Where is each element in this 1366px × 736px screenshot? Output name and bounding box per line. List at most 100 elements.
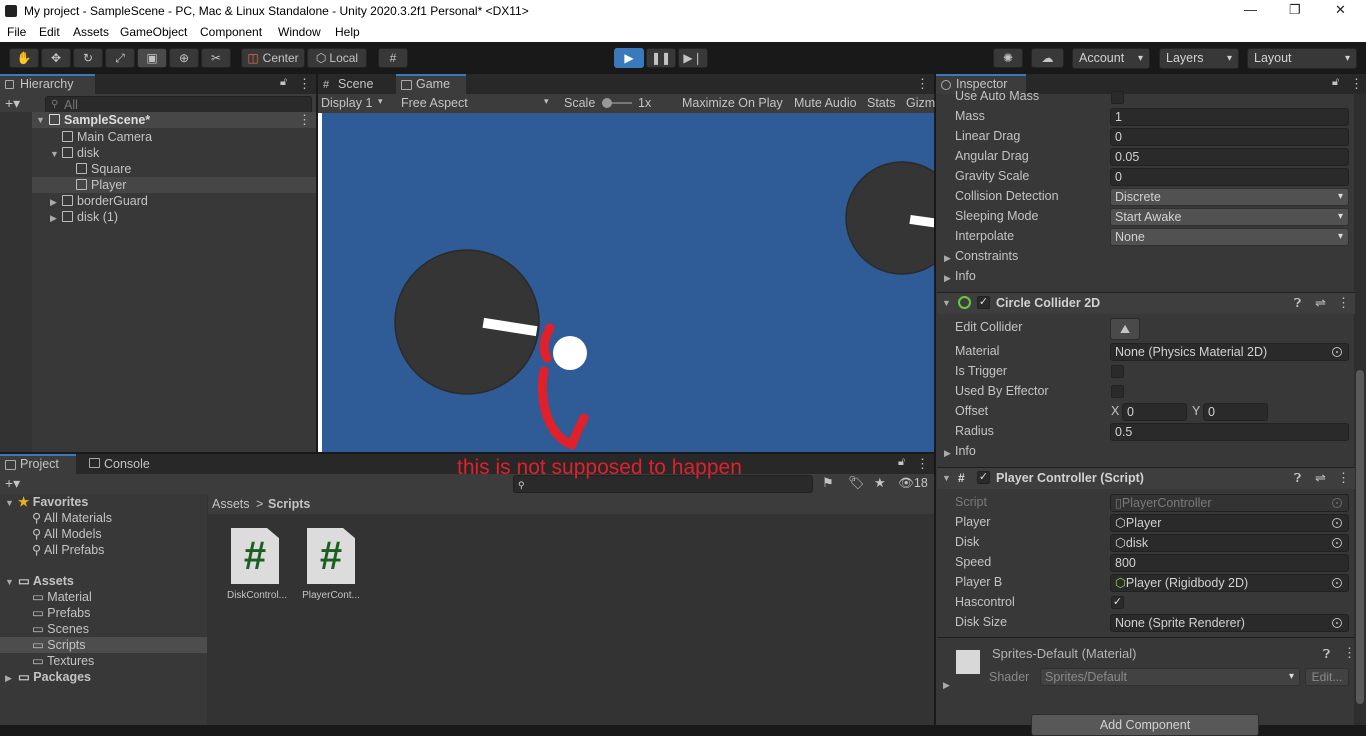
star-icon[interactable]: ★ bbox=[874, 475, 886, 491]
object-picker-icon[interactable] bbox=[1332, 578, 1342, 588]
scrollbar-track[interactable] bbox=[1354, 94, 1366, 725]
collapse-arrow-icon[interactable]: ▶ bbox=[944, 448, 951, 459]
disk-size-object-field[interactable]: None (Sprite Renderer) bbox=[1110, 614, 1349, 632]
constraints-foldout[interactable]: Constraints bbox=[955, 249, 1018, 263]
component-menu-icon[interactable]: ⋮ bbox=[1337, 470, 1350, 486]
mute-audio-toggle[interactable]: Mute Audio bbox=[794, 96, 857, 110]
breadcrumb-scripts[interactable]: Scripts bbox=[268, 497, 310, 511]
menu-help[interactable]: Help bbox=[335, 25, 360, 39]
collapse-arrow-icon[interactable]: ▶ bbox=[5, 673, 12, 684]
transform-tool-icon[interactable]: ⊕ bbox=[169, 48, 199, 68]
step-button[interactable]: ▶❘ bbox=[678, 48, 708, 68]
stats-toggle[interactable]: Stats bbox=[867, 96, 896, 110]
used-by-effector-checkbox[interactable] bbox=[1111, 385, 1124, 398]
add-icon[interactable]: +▾ bbox=[5, 475, 20, 492]
tab-scene[interactable]: # Scene bbox=[318, 74, 394, 94]
game-viewport[interactable] bbox=[322, 113, 934, 452]
expand-arrow-icon[interactable]: ▼ bbox=[942, 298, 951, 308]
move-tool-icon[interactable]: ✥ bbox=[41, 48, 71, 68]
shader-dropdown[interactable]: Sprites/Default bbox=[1040, 668, 1300, 686]
list-item-disk[interactable]: disk bbox=[62, 145, 99, 161]
info-foldout[interactable]: Info bbox=[955, 444, 976, 458]
material-menu-icon[interactable]: ⋮ bbox=[1343, 645, 1356, 661]
rotate-tool-icon[interactable]: ↻ bbox=[73, 48, 103, 68]
menu-assets[interactable]: Assets bbox=[73, 25, 109, 39]
grid-snap-icon[interactable]: # bbox=[378, 48, 408, 68]
list-item-disk-1[interactable]: disk (1) bbox=[62, 209, 118, 225]
collapse-arrow-icon[interactable]: ▶ bbox=[50, 213, 57, 224]
asset-tile[interactable]: # PlayerCont... bbox=[298, 528, 362, 608]
scale-tool-icon[interactable]: ⤢ bbox=[105, 48, 135, 68]
list-item-player[interactable]: Player bbox=[76, 177, 126, 193]
cloud-icon[interactable]: ☁ bbox=[1031, 48, 1064, 68]
scene-row[interactable]: ▼ SampleScene* ⋮ bbox=[0, 112, 316, 128]
pause-button[interactable]: ❚❚ bbox=[646, 48, 676, 68]
expand-arrow-icon[interactable]: ▼ bbox=[36, 115, 45, 125]
collapse-arrow-icon[interactable]: ▶ bbox=[943, 680, 950, 691]
shader-edit-button[interactable]: Edit... bbox=[1305, 668, 1349, 686]
info-foldout[interactable]: Info bbox=[955, 269, 976, 283]
kebab-menu-icon[interactable]: ⋮ bbox=[298, 76, 311, 92]
is-trigger-checkbox[interactable] bbox=[1111, 365, 1124, 378]
menu-edit[interactable]: Edit bbox=[39, 25, 60, 39]
tab-hierarchy[interactable]: Hierarchy bbox=[0, 74, 95, 94]
folder-scenes[interactable]: ▭ Scenes bbox=[32, 621, 89, 637]
help-icon[interactable]: ❓︎ bbox=[1294, 471, 1301, 486]
hidden-packages-toggle[interactable]: 👁︎18 bbox=[898, 476, 928, 491]
list-item-main-camera[interactable]: Main Camera bbox=[62, 129, 152, 145]
material-object-field[interactable]: None (Physics Material 2D) bbox=[1110, 343, 1349, 361]
collision-detection-dropdown[interactable]: Discrete bbox=[1110, 188, 1349, 206]
expand-arrow-icon[interactable]: ▼ bbox=[5, 577, 14, 587]
asset-tile[interactable]: # DiskControl... bbox=[222, 528, 287, 608]
list-item-borderguard[interactable]: borderGuard bbox=[62, 193, 148, 209]
component-menu-icon[interactable]: ⋮ bbox=[1337, 295, 1350, 311]
enabled-checkbox[interactable]: ✓ bbox=[977, 471, 990, 484]
close-icon[interactable]: ✕ bbox=[1335, 2, 1346, 18]
offset-y-field[interactable]: 0 bbox=[1203, 403, 1268, 421]
label-icon[interactable]: 🏷︎ bbox=[848, 475, 865, 491]
offset-x-field[interactable]: 0 bbox=[1122, 403, 1187, 421]
tab-game[interactable]: Game bbox=[396, 74, 466, 94]
angular-drag-field[interactable]: 0.05 bbox=[1110, 148, 1349, 166]
add-icon[interactable]: +▾ bbox=[5, 95, 20, 112]
help-icon[interactable]: ❓︎ bbox=[1323, 647, 1330, 662]
edit-collider-button[interactable]: ⛰ bbox=[1110, 318, 1140, 340]
maximize-on-play-toggle[interactable]: Maximize On Play bbox=[682, 96, 783, 110]
collapse-arrow-icon[interactable]: ▶ bbox=[50, 197, 57, 208]
gravity-scale-field[interactable]: 0 bbox=[1110, 168, 1349, 186]
custom-tool-icon[interactable]: ✂ bbox=[201, 48, 231, 68]
lock-icon[interactable]: 🔓︎ bbox=[280, 76, 287, 89]
disk-object-field[interactable]: ⬡disk bbox=[1110, 534, 1349, 552]
packages-folder[interactable]: ▭ Packages bbox=[18, 669, 91, 685]
use-auto-mass-checkbox[interactable] bbox=[1111, 91, 1124, 104]
tab-console[interactable]: Console bbox=[84, 454, 164, 474]
layout-dropdown[interactable]: Layout bbox=[1247, 48, 1357, 69]
circle-collider-header[interactable]: ▼ ✓ Circle Collider 2D ❓︎ ⇌ ⋮ bbox=[937, 292, 1355, 314]
aspect-dropdown[interactable]: Free Aspect bbox=[401, 96, 468, 110]
add-component-button[interactable]: Add Component bbox=[1031, 714, 1259, 736]
mass-field[interactable]: 1 bbox=[1110, 108, 1349, 126]
gizmos-toggle[interactable]: Gizm bbox=[906, 96, 935, 110]
lock-icon[interactable]: 🔓︎ bbox=[1332, 76, 1339, 89]
menu-gameobject[interactable]: GameObject bbox=[120, 25, 187, 39]
assets-folder[interactable]: ▭ Assets bbox=[18, 573, 74, 589]
scrollbar-thumb[interactable] bbox=[1356, 370, 1364, 704]
space-toggle[interactable]: ⬡ Local bbox=[307, 48, 367, 68]
favorite-all-prefabs[interactable]: ⚲ All Prefabs bbox=[32, 542, 104, 558]
tab-project[interactable]: Project bbox=[0, 454, 76, 474]
favorite-all-models[interactable]: ⚲ All Models bbox=[32, 526, 102, 542]
display-dropdown[interactable]: Display 1 bbox=[321, 96, 372, 110]
object-picker-icon[interactable] bbox=[1332, 347, 1342, 357]
sleeping-mode-dropdown[interactable]: Start Awake bbox=[1110, 208, 1349, 226]
radius-field[interactable]: 0.5 bbox=[1110, 423, 1349, 441]
player-controller-header[interactable]: ▼ # ✓ Player Controller (Script) ❓︎ ⇌ ⋮ bbox=[937, 467, 1355, 489]
kebab-menu-icon[interactable]: ⋮ bbox=[916, 456, 929, 472]
favorite-all-materials[interactable]: ⚲ All Materials bbox=[32, 510, 112, 526]
linear-drag-field[interactable]: 0 bbox=[1110, 128, 1349, 146]
restore-icon[interactable]: ❐ bbox=[1289, 2, 1301, 18]
folder-scripts[interactable]: ▭ Scripts bbox=[32, 637, 86, 653]
rect-tool-icon[interactable]: ▣ bbox=[137, 48, 167, 68]
speed-field[interactable]: 800 bbox=[1110, 554, 1349, 572]
collab-icon[interactable]: ✺ bbox=[993, 48, 1023, 68]
scene-menu-icon[interactable]: ⋮ bbox=[298, 112, 311, 128]
